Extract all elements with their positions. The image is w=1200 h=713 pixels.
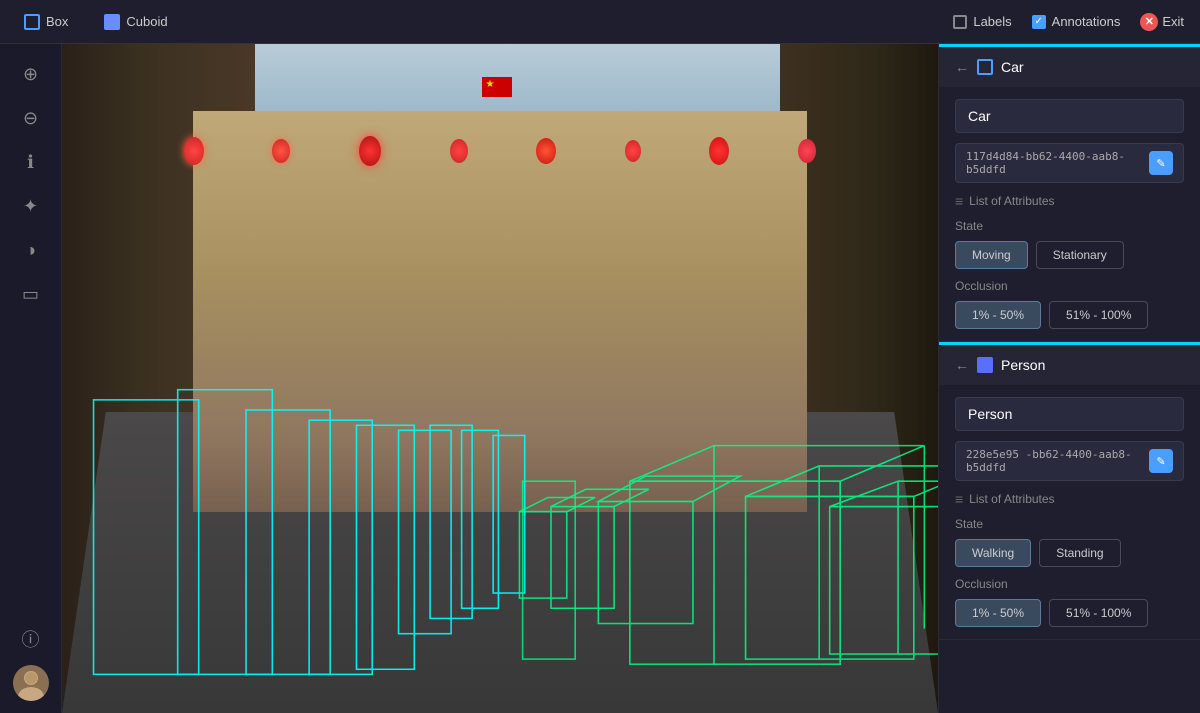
zoom-out-icon[interactable]: ⊖: [13, 100, 49, 136]
right-panel: ← Car 117d4d84-bb62-4400-aab8-b5ddfd ✎ ≡…: [938, 44, 1200, 713]
canvas-area[interactable]: ★: [62, 44, 938, 713]
car-id-text: 117d4d84-bb62-4400-aab8-b5ddfd: [966, 150, 1143, 176]
labels-label: Labels: [973, 14, 1011, 29]
car-attributes-label: List of Attributes: [969, 194, 1054, 208]
avatar[interactable]: [13, 665, 49, 701]
left-sidebar: ⊕ ⊖ ℹ ✦ ◑ ▭ ⓘ: [0, 44, 62, 713]
person-state-walking-button[interactable]: Walking: [955, 539, 1031, 567]
annotation-overlay: [62, 44, 938, 713]
labels-checkbox[interactable]: [953, 15, 967, 29]
person-edit-button[interactable]: ✎: [1149, 449, 1173, 473]
car-label-input[interactable]: [955, 99, 1184, 133]
car-occlusion-buttons: 1% - 50% 51% - 100%: [955, 301, 1184, 329]
person-annotation-card: ← Person 228e5e95 -bb62-4400-aab8-b5ddfd…: [939, 342, 1200, 640]
box-icon: [24, 14, 40, 30]
car-state-label: State: [955, 219, 1184, 233]
toolbar: Box Cuboid Labels Annotations ✕ Exit: [0, 0, 1200, 44]
car-occlusion-high-button[interactable]: 51% - 100%: [1049, 301, 1148, 329]
person-card-title: Person: [1001, 357, 1045, 373]
car-occlusion-label: Occlusion: [955, 279, 1184, 293]
car-card-header: ← Car: [939, 47, 1200, 87]
car-edit-button[interactable]: ✎: [1149, 151, 1173, 175]
car-occlusion-section: Occlusion 1% - 50% 51% - 100%: [955, 279, 1184, 329]
person-card-body: 228e5e95 -bb62-4400-aab8-b5ddfd ✎ ≡ List…: [939, 385, 1200, 639]
cuboid-tool-button[interactable]: Cuboid: [96, 10, 175, 34]
person-card-header: ← Person: [939, 345, 1200, 385]
annotations-label: Annotations: [1052, 14, 1121, 29]
person-occlusion-label: Occlusion: [955, 577, 1184, 591]
toolbar-right: Labels Annotations ✕ Exit: [953, 13, 1184, 31]
cuboid-tool-label: Cuboid: [126, 14, 167, 29]
person-id-row: 228e5e95 -bb62-4400-aab8-b5ddfd ✎: [955, 441, 1184, 481]
labels-toggle[interactable]: Labels: [953, 14, 1011, 29]
person-state-label: State: [955, 517, 1184, 531]
car-annotation-card: ← Car 117d4d84-bb62-4400-aab8-b5ddfd ✎ ≡…: [939, 44, 1200, 342]
person-state-section: State Walking Standing: [955, 517, 1184, 567]
annotations-toggle[interactable]: Annotations: [1032, 14, 1121, 29]
list-icon-2: ≡: [955, 491, 963, 507]
person-occlusion-buttons: 1% - 50% 51% - 100%: [955, 599, 1184, 627]
person-attributes-label: List of Attributes: [969, 492, 1054, 506]
person-occlusion-high-button[interactable]: 51% - 100%: [1049, 599, 1148, 627]
avatar-image: [13, 665, 49, 701]
screen-icon[interactable]: ▭: [13, 276, 49, 312]
main-area: ⊕ ⊖ ℹ ✦ ◑ ▭ ⓘ: [0, 44, 1200, 713]
exit-button[interactable]: ✕ Exit: [1140, 13, 1184, 31]
car-id-row: 117d4d84-bb62-4400-aab8-b5ddfd ✎: [955, 143, 1184, 183]
car-box-icon: [977, 59, 993, 75]
zoom-in-icon[interactable]: ⊕: [13, 56, 49, 92]
car-attributes-header: ≡ List of Attributes: [955, 193, 1184, 209]
car-card-title: Car: [1001, 59, 1024, 75]
sun-icon[interactable]: ✦: [13, 188, 49, 224]
exit-icon: ✕: [1140, 13, 1158, 31]
car-state-buttons: Moving Stationary: [955, 241, 1184, 269]
car-occlusion-low-button[interactable]: 1% - 50%: [955, 301, 1041, 329]
car-card-body: 117d4d84-bb62-4400-aab8-b5ddfd ✎ ≡ List …: [939, 87, 1200, 341]
help-icon[interactable]: ⓘ: [13, 621, 49, 657]
list-icon: ≡: [955, 193, 963, 209]
box-tool-label: Box: [46, 14, 68, 29]
person-state-standing-button[interactable]: Standing: [1039, 539, 1120, 567]
annotations-checkbox[interactable]: [1032, 15, 1046, 29]
cuboid-icon: [104, 14, 120, 30]
car-state-moving-button[interactable]: Moving: [955, 241, 1028, 269]
person-occlusion-section: Occlusion 1% - 50% 51% - 100%: [955, 577, 1184, 627]
person-occlusion-low-button[interactable]: 1% - 50%: [955, 599, 1041, 627]
info-icon[interactable]: ℹ: [13, 144, 49, 180]
scene-composite: ★: [62, 44, 938, 713]
person-back-button[interactable]: ←: [955, 357, 969, 373]
person-id-text: 228e5e95 -bb62-4400-aab8-b5ddfd: [966, 448, 1143, 474]
car-state-section: State Moving Stationary: [955, 219, 1184, 269]
contrast-icon[interactable]: ◑: [13, 232, 49, 268]
car-state-stationary-button[interactable]: Stationary: [1036, 241, 1124, 269]
person-attributes-header: ≡ List of Attributes: [955, 491, 1184, 507]
person-box-icon: [977, 357, 993, 373]
person-state-buttons: Walking Standing: [955, 539, 1184, 567]
person-label-input[interactable]: [955, 397, 1184, 431]
exit-label: Exit: [1162, 14, 1184, 29]
car-back-button[interactable]: ←: [955, 59, 969, 75]
box-tool-button[interactable]: Box: [16, 10, 76, 34]
